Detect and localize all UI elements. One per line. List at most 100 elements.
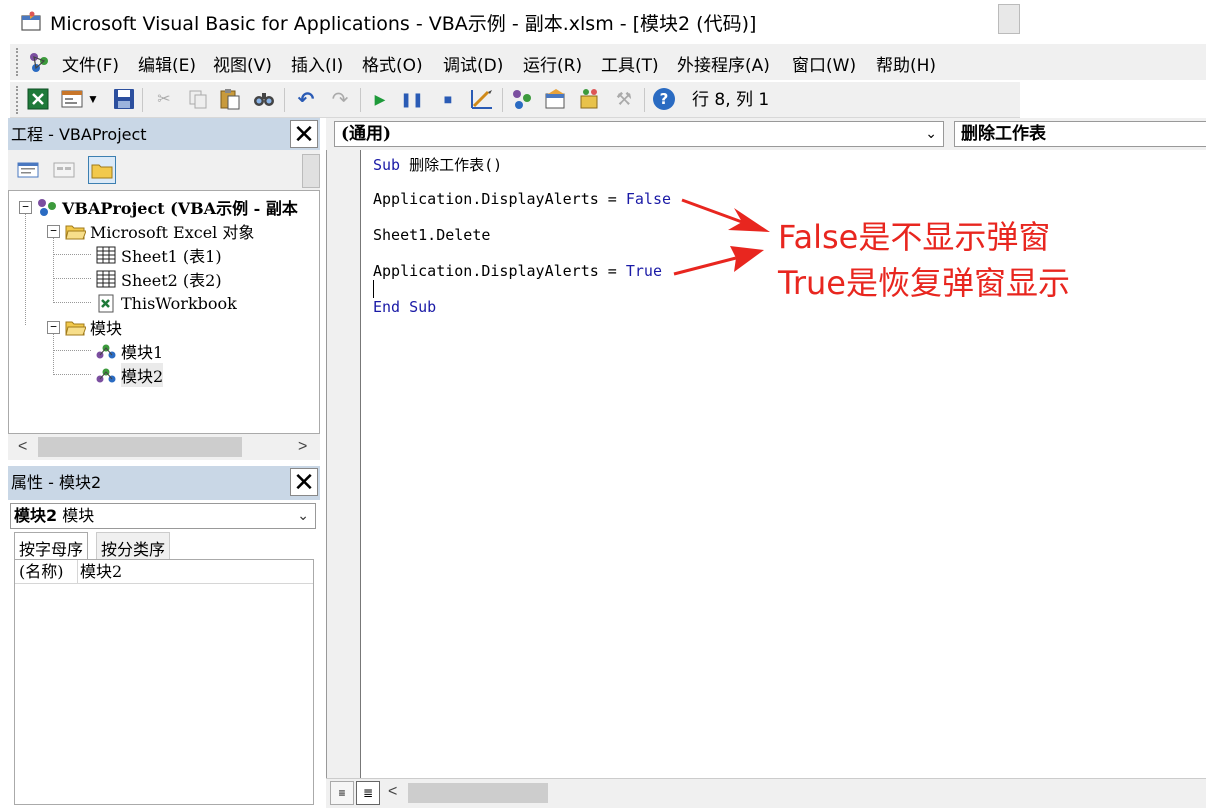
scroll-left-icon[interactable]: < (388, 783, 397, 801)
menu-view[interactable]: 视图(V) (213, 51, 272, 76)
tab-categorized[interactable]: 按分类序 (96, 532, 171, 560)
chevron-down-icon: ⌄ (297, 508, 309, 524)
toolbox-icon[interactable]: ⚒ (612, 87, 636, 111)
property-key: (名称) (19, 562, 64, 581)
scroll-left-icon[interactable]: < (18, 438, 27, 456)
insert-userform-icon[interactable] (60, 87, 84, 111)
code-line-3[interactable]: Sheet1.Delete (373, 226, 490, 244)
statement: Application.DisplayAlerts = (373, 190, 626, 208)
folder-open-icon (65, 225, 86, 240)
menu-window[interactable]: 窗口(W) (792, 51, 856, 76)
close-icon: ✕ (293, 467, 315, 497)
toggle-folders-button[interactable] (88, 156, 116, 184)
find-icon[interactable] (252, 87, 276, 111)
collapse-toggle[interactable]: − (19, 200, 32, 214)
project-pane-close-button[interactable]: ✕ (290, 120, 318, 148)
project-pane-toolbar (8, 150, 320, 190)
save-icon[interactable] (112, 87, 136, 111)
project-toolbar-overflow[interactable] (302, 154, 320, 188)
view-object-icon (53, 162, 75, 178)
properties-object-select[interactable]: 模块2 模块 ⌄ (10, 503, 316, 529)
sub-name: 删除工作表() (400, 156, 503, 174)
code-margin-indicator-bar[interactable] (327, 150, 361, 778)
code-window-header: (通用) ⌄ 删除工作表 (326, 118, 1206, 150)
design-mode-icon[interactable] (470, 87, 494, 111)
view-code-button[interactable] (14, 156, 42, 184)
code-line-4[interactable]: Application.DisplayAlerts = True (373, 262, 662, 280)
code-line-1[interactable]: Sub 删除工作表() (373, 154, 502, 175)
paste-icon[interactable] (218, 87, 242, 111)
tree-item-thisworkbook[interactable]: ThisWorkbook (95, 291, 237, 315)
menu-format[interactable]: 格式(O) (362, 51, 423, 76)
module-icon (96, 344, 116, 359)
code-hscroll-thumb[interactable] (408, 783, 548, 803)
procedure-combo[interactable]: 删除工作表 (954, 121, 1206, 147)
menu-help[interactable]: 帮助(H) (876, 51, 936, 76)
scroll-thumb[interactable] (38, 437, 242, 457)
tree-item-module1[interactable]: 模块1 (95, 339, 163, 363)
folder-icon (91, 164, 113, 179)
tree-label-sheet1: Sheet1 (表1) (121, 247, 222, 266)
property-row-name[interactable]: (名称) 模块2 (15, 560, 313, 584)
annotation-true: True是恢复弹窗显示 (778, 264, 1070, 302)
menu-grip[interactable] (16, 48, 20, 76)
property-value[interactable]: 模块2 (77, 560, 122, 584)
statement: Application.DisplayAlerts = (373, 262, 626, 280)
tab-alphabetic[interactable]: 按字母序 (14, 532, 89, 560)
properties-pane-close-button[interactable]: ✕ (290, 468, 318, 496)
code-editor[interactable]: Sub 删除工作表() Application.DisplayAlerts = … (326, 150, 1206, 778)
vba-project-icon[interactable] (26, 49, 54, 75)
pause-icon[interactable]: ❚❚ (400, 87, 424, 111)
project-tree-hscrollbar[interactable]: < > (8, 434, 320, 460)
tree-item-excel-objects[interactable]: − Microsoft Excel 对象 (47, 219, 254, 243)
run-icon[interactable]: ▶ (368, 87, 392, 111)
tree-item-modules[interactable]: − 模块 (47, 315, 122, 339)
worksheet-icon (96, 246, 116, 264)
standard-toolbar: ▼ ✂ ↶ ↷ ▶ ❚❚ ■ ⚒ ? 行 8, 列 1 (10, 82, 1020, 118)
menu-file[interactable]: 文件(F) (62, 51, 119, 76)
project-explorer-icon[interactable] (510, 87, 534, 111)
copy-icon[interactable] (186, 87, 210, 111)
object-browser-icon[interactable] (578, 87, 602, 111)
tree-item-sheet1[interactable]: Sheet1 (表1) (95, 243, 222, 267)
tree-item-sheet2[interactable]: Sheet2 (表2) (95, 267, 222, 291)
full-module-view-button[interactable]: ≣ (356, 781, 380, 805)
code-window-footer: ≡ ≣ < (326, 778, 1206, 808)
properties-grid: (名称) 模块2 (14, 559, 314, 805)
menu-debug[interactable]: 调试(D) (443, 51, 503, 76)
code-line-5[interactable]: End Sub (373, 298, 436, 316)
svg-text:?: ? (660, 90, 669, 108)
workbook-icon (98, 294, 114, 313)
collapse-toggle[interactable]: − (47, 320, 60, 334)
help-icon[interactable]: ? (652, 87, 676, 111)
collapse-toggle[interactable]: − (47, 224, 60, 238)
view-excel-icon[interactable] (26, 87, 50, 111)
object-combo[interactable]: (通用) ⌄ (334, 121, 944, 147)
view-object-button[interactable] (50, 156, 78, 184)
tree-label-module2: 模块2 (121, 363, 164, 387)
keyword-false: False (625, 190, 672, 208)
insert-dropdown-icon[interactable]: ▼ (86, 87, 100, 111)
undo-icon[interactable]: ↶ (294, 87, 318, 111)
cut-icon[interactable]: ✂ (152, 87, 176, 111)
toolbar-grip[interactable] (16, 86, 20, 114)
tree-label-sheet2: Sheet2 (表2) (121, 271, 222, 290)
scroll-right-icon[interactable]: > (298, 438, 307, 456)
tree-item-module2[interactable]: 模块2 (95, 363, 164, 387)
properties-window-icon[interactable] (544, 87, 568, 111)
text-caret (373, 280, 374, 298)
procedure-view-button[interactable]: ≡ (330, 781, 354, 805)
close-icon: ✕ (293, 119, 315, 149)
redo-icon[interactable]: ↷ (328, 87, 352, 111)
toolbar-overflow-button[interactable] (998, 4, 1020, 34)
stop-icon[interactable]: ■ (436, 87, 460, 111)
properties-object-name: 模块2 (14, 506, 58, 525)
menu-run[interactable]: 运行(R) (523, 51, 582, 76)
menu-edit[interactable]: 编辑(E) (138, 51, 196, 76)
project-pane-title: 工程 - VBAProject (11, 125, 147, 144)
menu-tools[interactable]: 工具(T) (601, 51, 659, 76)
code-line-2[interactable]: Application.DisplayAlerts = False (373, 190, 671, 208)
menu-addins[interactable]: 外接程序(A) (677, 51, 770, 76)
tree-item-vbaproject[interactable]: − VBAProject (VBA示例 - 副本 (19, 195, 298, 219)
menu-insert[interactable]: 插入(I) (291, 51, 343, 76)
